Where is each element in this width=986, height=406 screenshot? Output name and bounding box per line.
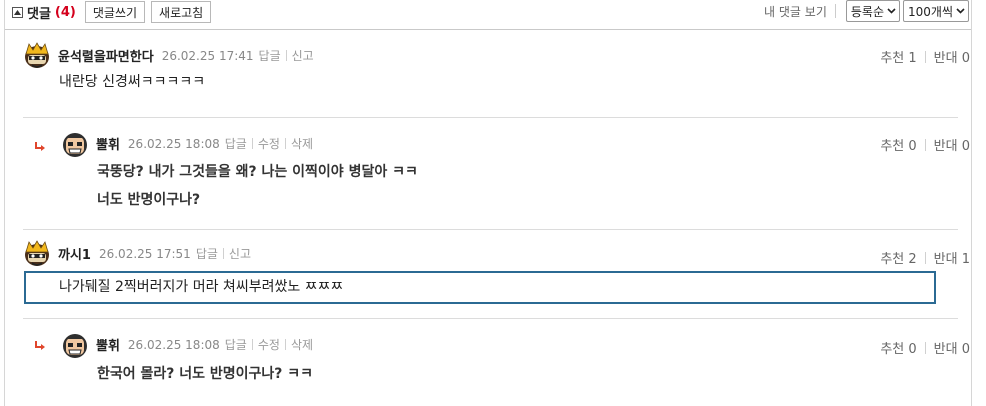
- vote-box: 추천 1 반대 0: [880, 47, 970, 66]
- collapse-triangle-icon[interactable]: [12, 6, 23, 18]
- divider: [23, 117, 958, 118]
- comment-count: (4): [54, 4, 76, 20]
- avatar[interactable]: [61, 331, 89, 359]
- vote-box: 추천 0 반대 0: [880, 338, 970, 357]
- downvote-button[interactable]: 반대 0: [934, 47, 970, 66]
- downvote-button[interactable]: 반대 0: [934, 135, 970, 154]
- refresh-button[interactable]: 새로고침: [151, 1, 212, 23]
- reply-link[interactable]: 답글: [225, 336, 247, 353]
- divider: [284, 339, 286, 350]
- edit-link[interactable]: 수정: [258, 135, 280, 152]
- comment-author[interactable]: 뿔휘: [96, 335, 120, 354]
- reply-arrow-icon: [35, 142, 45, 151]
- upvote-button[interactable]: 추천 1: [880, 47, 916, 66]
- comment-text: 내란당 신경써ㅋㅋㅋㅋㅋ: [59, 74, 206, 90]
- my-comments-link[interactable]: 내 댓글 보기: [764, 3, 827, 20]
- downvote-button[interactable]: 반대 0: [934, 338, 970, 357]
- edit-link[interactable]: 수정: [258, 336, 280, 353]
- page-size-select-value: 100개씩: [908, 4, 953, 19]
- delete-link[interactable]: 삭제: [291, 336, 313, 353]
- upvote-button[interactable]: 추천 0: [880, 338, 916, 357]
- comment-meta: 뿔휘 26.02.25 18:08 답글 수정 삭제: [96, 134, 313, 154]
- delete-link[interactable]: 삭제: [291, 135, 313, 152]
- sort-select-value: 등록순: [850, 4, 884, 19]
- comment-date: 26.02.25 18:08: [127, 337, 220, 352]
- divider: [23, 229, 958, 230]
- downvote-button[interactable]: 반대 1: [934, 248, 970, 267]
- divider: [251, 339, 253, 350]
- avatar[interactable]: [23, 240, 51, 268]
- divider: [5, 29, 971, 30]
- divider: [924, 50, 926, 63]
- write-comment-button[interactable]: 댓글쓰기: [84, 1, 146, 23]
- comment-author[interactable]: 뿔휘: [96, 134, 120, 153]
- comment-meta: 뿔휘 26.02.25 18:08 답글 수정 삭제: [96, 335, 313, 355]
- comment-author[interactable]: 윤석렬을파면한다: [58, 46, 154, 65]
- comment-toolbar: 댓글 (4) 댓글쓰기 새로고침 내 댓글 보기 등록순 100개씩: [12, 0, 969, 24]
- sort-select[interactable]: 등록순: [845, 0, 900, 22]
- divider: [285, 50, 287, 61]
- comment-text: 국뚱당? 내가 그것들을 왜? 나는 이찍이야 병달아 ㅋㅋ: [97, 164, 418, 180]
- comment-title: 댓글: [27, 6, 51, 22]
- divider: [23, 318, 958, 319]
- divider: [924, 251, 926, 264]
- avatar[interactable]: [61, 130, 89, 158]
- comment-meta: 까시1 26.02.25 17:51 답글 신고: [58, 244, 251, 264]
- divider: [251, 138, 253, 149]
- divider: [222, 248, 224, 259]
- comment-date: 26.02.25 18:08: [127, 136, 220, 151]
- upvote-button[interactable]: 추천 0: [880, 135, 916, 154]
- vote-box: 추천 0 반대 0: [880, 135, 970, 154]
- divider: [924, 341, 926, 354]
- chevron-down-icon: [956, 8, 965, 14]
- comment-text: 너도 반명이구나?: [97, 192, 201, 208]
- comment-text: 한국어 몰라? 너도 반명이구나? ㅋㅋ: [97, 366, 314, 382]
- vote-box: 추천 2 반대 1: [880, 248, 970, 267]
- reply-link[interactable]: 답글: [259, 47, 281, 64]
- upvote-button[interactable]: 추천 2: [880, 248, 916, 267]
- comment-options: 내 댓글 보기 등록순 100개씩: [764, 0, 969, 22]
- comment-author[interactable]: 까시1: [58, 244, 91, 263]
- report-link[interactable]: 신고: [292, 47, 314, 64]
- avatar[interactable]: [23, 42, 51, 70]
- comment-date: 26.02.25 17:41: [161, 48, 254, 63]
- reply-link[interactable]: 답글: [196, 245, 218, 262]
- page-size-select[interactable]: 100개씩: [903, 0, 969, 22]
- chevron-down-icon: [887, 8, 896, 14]
- divider: [924, 138, 926, 151]
- reply-link[interactable]: 답글: [225, 135, 247, 152]
- comment-meta: 윤석렬을파면한다 26.02.25 17:41 답글 신고: [58, 46, 314, 66]
- comment-date: 26.02.25 17:51: [98, 246, 191, 261]
- divider: [284, 138, 286, 149]
- report-link[interactable]: 신고: [229, 245, 251, 262]
- divider: [834, 4, 836, 18]
- comment-header: 댓글 (4) 댓글쓰기 새로고침: [12, 1, 212, 23]
- reply-arrow-icon: [35, 341, 45, 350]
- comment-text[interactable]: 나가뒈질 2찍버러지가 머라 쳐씨부려쌌노 ㅉㅉㅉ: [59, 275, 343, 299]
